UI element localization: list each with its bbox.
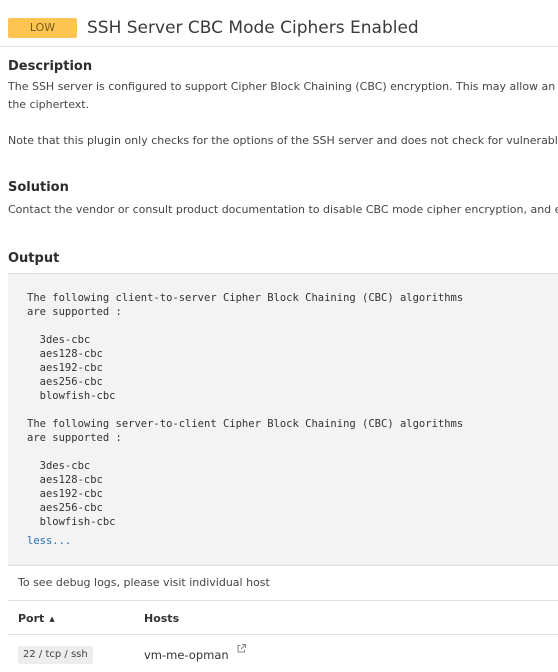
description-heading: Description xyxy=(8,59,93,74)
port-badge: 22 / tcp / ssh xyxy=(18,646,93,664)
plugin-title: SSH Server CBC Mode Ciphers Enabled xyxy=(87,18,419,38)
description-line-2: the ciphertext. xyxy=(8,98,90,111)
output-heading: Output xyxy=(8,251,60,266)
solution-heading: Solution xyxy=(8,180,69,195)
plugin-output-text: The following client-to-server Cipher Bl… xyxy=(27,292,464,528)
severity-badge: LOW xyxy=(8,18,77,38)
hosts-column-header[interactable]: Hosts xyxy=(144,612,179,625)
port-column-header[interactable]: Port ▲ xyxy=(18,612,55,625)
sort-ascending-icon[interactable]: ▲ xyxy=(49,615,54,623)
external-link-icon[interactable] xyxy=(236,643,247,654)
port-column-label: Port xyxy=(18,612,45,625)
table-header-divider xyxy=(8,634,558,635)
divider xyxy=(8,600,558,601)
plugin-header: LOW SSH Server CBC Mode Ciphers Enabled xyxy=(0,0,558,47)
host-name[interactable]: vm-me-opman xyxy=(144,648,229,662)
plugin-output-box: The following client-to-server Cipher Bl… xyxy=(8,273,558,566)
description-note: Note that this plugin only checks for th… xyxy=(8,134,558,147)
solution-text: Contact the vendor or consult product do… xyxy=(8,203,558,216)
less-link[interactable]: less... xyxy=(27,535,71,547)
description-line-1: The SSH server is configured to support … xyxy=(8,80,558,93)
debug-logs-note: To see debug logs, please visit individu… xyxy=(18,576,270,589)
